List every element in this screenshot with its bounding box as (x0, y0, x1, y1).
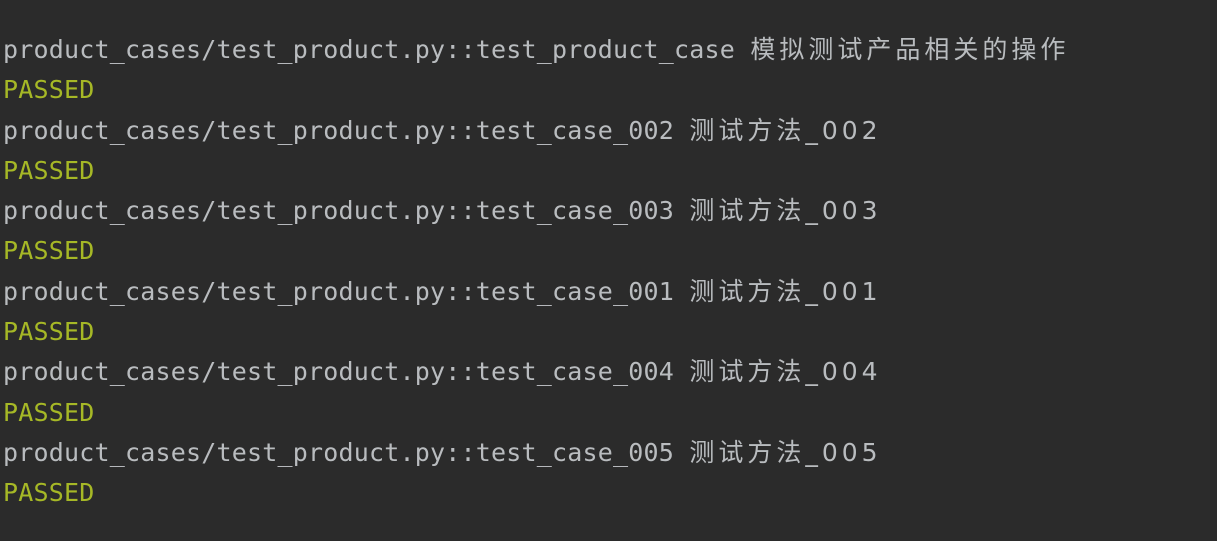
test-status-passed: PASSED (3, 155, 95, 185)
test-status-passed: PASSED (3, 317, 95, 347)
test-status-passed: PASSED (3, 236, 95, 266)
test-node-id: product_cases/test_product.py::test_case… (3, 437, 675, 467)
test-node-id: product_cases/test_product.py::test_prod… (3, 35, 736, 64)
console-output: product_cases/test_product.py::test_prod… (0, 0, 1217, 541)
test-node-id: product_cases/test_product.py::test_case… (3, 196, 675, 226)
test-description: 测试方法_003 (689, 196, 882, 226)
test-status-passed: PASSED (3, 478, 95, 508)
test-description: 模拟测试产品相关的操作 (750, 35, 1070, 64)
test-result-line: product_cases/test_product.py::test_case… (3, 111, 1217, 151)
test-description: 测试方法_002 (689, 115, 882, 145)
test-status-passed: PASSED (3, 397, 95, 427)
test-description: 测试方法_005 (689, 437, 882, 467)
test-status-passed: PASSED (3, 75, 95, 105)
test-result-line: product_cases/test_product.py::test_case… (3, 433, 1217, 473)
test-result-line: product_cases/test_product.py::test_case… (3, 272, 1217, 312)
test-result-line: product_cases/test_product.py::test_case… (3, 191, 1217, 231)
test-result-line: product_cases/test_product.py::test_case… (3, 352, 1217, 392)
test-description: 测试方法_001 (689, 276, 882, 306)
test-result-line: product_cases/test_product.py::test_prod… (3, 30, 1217, 70)
test-node-id: product_cases/test_product.py::test_case… (3, 115, 675, 145)
test-description: 测试方法_004 (689, 357, 882, 387)
test-node-id: product_cases/test_product.py::test_case… (3, 357, 675, 387)
test-node-id: product_cases/test_product.py::test_case… (3, 276, 675, 306)
